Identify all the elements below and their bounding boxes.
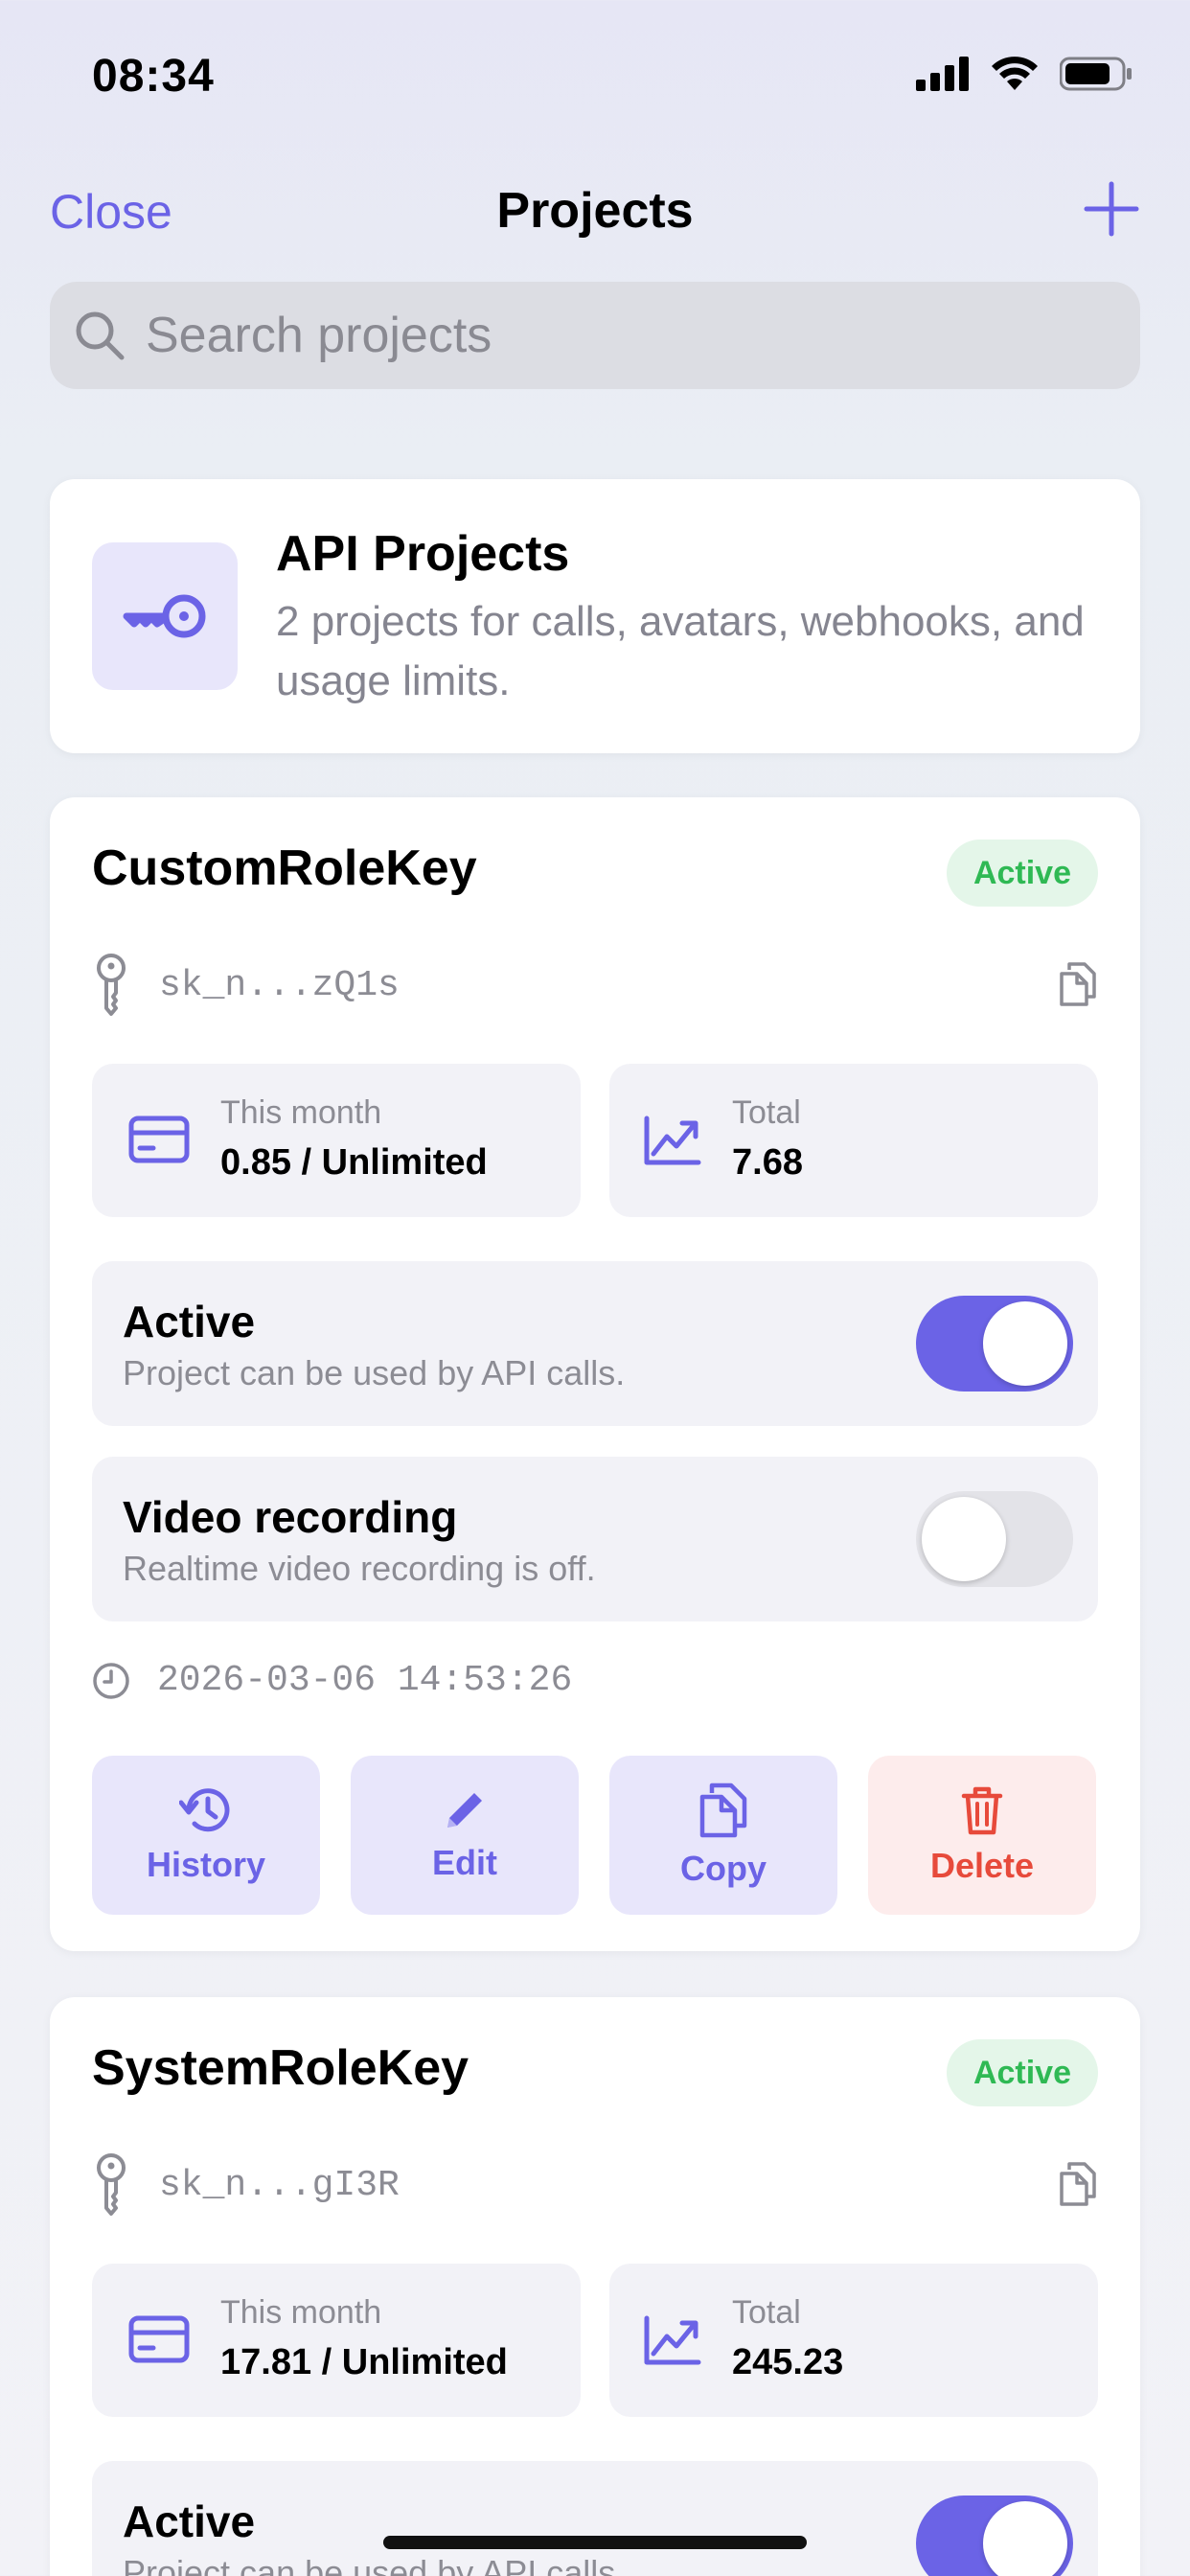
page-title: Projects bbox=[496, 183, 694, 239]
clock-icon bbox=[93, 1662, 129, 1699]
plus-icon[interactable] bbox=[1083, 180, 1140, 238]
active-toggle-row: Active Project can be used by API calls. bbox=[92, 2461, 1098, 2576]
credit-card-icon bbox=[128, 1116, 190, 1163]
total-value: 245.23 bbox=[732, 2342, 844, 2382]
this-month-stat: This month 17.81 / Unlimited bbox=[92, 2264, 581, 2417]
this-month-label: This month bbox=[220, 1094, 382, 1131]
total-label: Total bbox=[732, 2294, 801, 2331]
status-badge: Active bbox=[946, 840, 1098, 907]
credit-card-icon bbox=[128, 2315, 190, 2363]
history-label: History bbox=[146, 1845, 266, 1884]
cellular-signal-icon bbox=[916, 57, 969, 91]
total-value: 7.68 bbox=[732, 1142, 803, 1183]
switch-knob bbox=[983, 1301, 1067, 1386]
active-switch[interactable] bbox=[916, 1296, 1073, 1392]
delete-label: Delete bbox=[929, 1846, 1035, 1885]
copy-key-icon[interactable] bbox=[1058, 2160, 1098, 2208]
timestamp-row: 2026-03-06 14:53:26 bbox=[92, 1660, 572, 1701]
history-button[interactable]: History bbox=[92, 1756, 320, 1915]
summary-icon-tile bbox=[92, 542, 238, 690]
active-description: Project can be used by API calls. bbox=[123, 2553, 626, 2576]
pencil-icon bbox=[447, 1793, 482, 1828]
summary-subtitle: 2 projects for calls, avatars, webhooks,… bbox=[276, 598, 1085, 704]
video-recording-title: Video recording bbox=[123, 1492, 458, 1542]
key-outline-icon bbox=[97, 954, 126, 1016]
switch-knob bbox=[983, 2501, 1067, 2576]
this-month-value: 0.85 / Unlimited bbox=[220, 1142, 488, 1183]
this-month-label: This month bbox=[220, 2294, 382, 2331]
switch-knob bbox=[922, 1497, 1006, 1581]
summary-title: API Projects bbox=[276, 526, 570, 582]
copy-label: Copy bbox=[680, 1849, 767, 1888]
chart-trend-icon bbox=[644, 2315, 701, 2365]
summary-card: API Projects 2 projects for calls, avata… bbox=[50, 479, 1140, 753]
key-row: sk_n...gI3R bbox=[92, 2152, 400, 2218]
active-switch[interactable] bbox=[916, 2496, 1073, 2576]
chart-trend-icon bbox=[644, 1116, 701, 1165]
total-stat: Total 245.23 bbox=[609, 2264, 1098, 2417]
history-icon bbox=[179, 1788, 230, 1832]
active-description: Project can be used by API calls. bbox=[123, 1353, 626, 1392]
search-icon bbox=[76, 311, 125, 360]
this-month-value: 17.81 / Unlimited bbox=[220, 2342, 508, 2382]
project-name: SystemRoleKey bbox=[92, 2040, 469, 2096]
search-input[interactable] bbox=[146, 307, 1085, 364]
trash-icon bbox=[961, 1786, 1003, 1835]
home-indicator bbox=[383, 2536, 807, 2549]
edit-button[interactable]: Edit bbox=[351, 1756, 579, 1915]
delete-button[interactable]: Delete bbox=[868, 1756, 1096, 1915]
copy-icon bbox=[699, 1782, 747, 1838]
wifi-icon bbox=[992, 57, 1038, 90]
video-recording-toggle-row: Video recording Realtime video recording… bbox=[92, 1457, 1098, 1622]
copy-key-icon[interactable] bbox=[1058, 960, 1098, 1008]
status-time: 08:34 bbox=[92, 51, 215, 102]
active-title: Active bbox=[123, 2496, 256, 2546]
created-timestamp: 2026-03-06 14:53:26 bbox=[157, 1660, 573, 1701]
video-recording-description: Realtime video recording is off. bbox=[123, 1549, 596, 1588]
status-badge: Active bbox=[946, 2039, 1098, 2106]
video-recording-switch[interactable] bbox=[916, 1491, 1073, 1587]
project-name: CustomRoleKey bbox=[92, 840, 477, 896]
key-icon bbox=[123, 594, 206, 638]
key-row: sk_n...zQ1s bbox=[92, 953, 400, 1018]
key-outline-icon bbox=[97, 2153, 126, 2216]
active-title: Active bbox=[123, 1297, 256, 1346]
api-key-masked: sk_n...gI3R bbox=[159, 2164, 400, 2206]
this-month-stat: This month 0.85 / Unlimited bbox=[92, 1064, 581, 1217]
total-label: Total bbox=[732, 1094, 801, 1131]
search-bar bbox=[50, 282, 1140, 389]
copy-button[interactable]: Copy bbox=[609, 1756, 837, 1915]
project-card: CustomRoleKey Active sk_n...zQ1s This mo… bbox=[50, 797, 1140, 1951]
edit-label: Edit bbox=[432, 1843, 497, 1882]
status-icons bbox=[916, 56, 1133, 92]
battery-icon bbox=[1060, 57, 1132, 91]
active-toggle-row: Active Project can be used by API calls. bbox=[92, 1261, 1098, 1426]
api-key-masked: sk_n...zQ1s bbox=[159, 964, 400, 1006]
project-card: SystemRoleKey Active sk_n...gI3R This mo… bbox=[50, 1997, 1140, 2576]
status-bar: 08:34 bbox=[0, 0, 1190, 144]
nav-bar: Close Projects bbox=[0, 172, 1190, 249]
total-stat: Total 7.68 bbox=[609, 1064, 1098, 1217]
